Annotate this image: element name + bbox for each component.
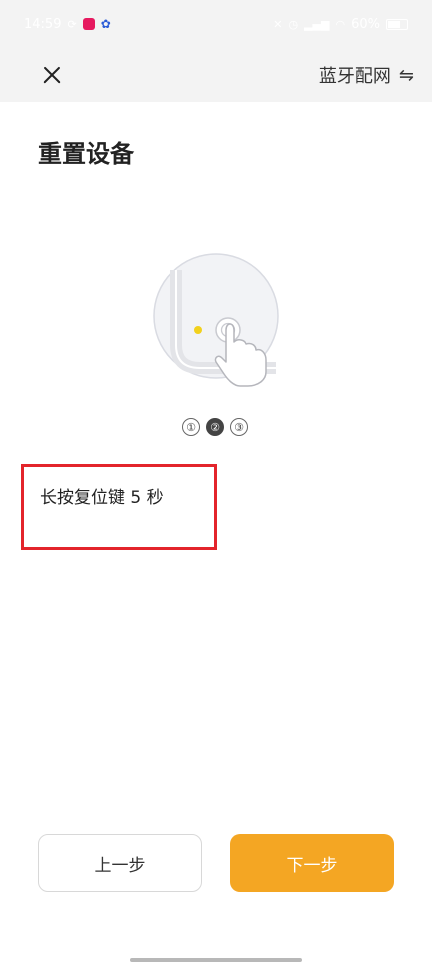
device-reset-graphic [153,253,279,387]
screen: 14:59 ⟳ ✿ ✕ ◷ ▂▄▆ ◠ 60% 蓝牙配网 ⇋ 重置设备 ① ② … [0,0,432,964]
step-2-active: ② [206,418,224,436]
paw-icon: ✿ [100,17,111,31]
step-1: ① [182,418,200,436]
reset-device-illustration [150,250,282,390]
step-indicator: ① ② ③ [182,418,248,436]
page-title: 重置设备 [38,140,134,168]
status-bar-left: 14:59 ⟳ ✿ [24,17,111,32]
alarm-icon: ◷ [288,17,299,31]
signal-icon: ▂▄▆ [304,17,330,31]
step-3: ③ [230,418,248,436]
home-indicator[interactable] [130,958,302,962]
battery-icon [386,18,408,30]
status-time: 14:59 [24,16,62,32]
next-step-button[interactable]: 下一步 [230,834,394,892]
mute-icon: ✕ [273,17,283,31]
previous-step-button[interactable]: 上一步 [38,834,202,892]
battery-percent: 60% [351,16,380,32]
swap-icon: ⇋ [398,64,414,86]
network-mode-switch[interactable]: 蓝牙配网 ⇋ [319,62,414,88]
sync-icon: ⟳ [67,17,77,31]
status-bar-right: ✕ ◷ ▂▄▆ ◠ 60% [273,17,408,32]
app-header: 蓝牙配网 ⇋ [0,48,432,102]
instruction-text: 长按复位键 5 秒 [40,488,164,508]
status-bar: 14:59 ⟳ ✿ ✕ ◷ ▂▄▆ ◠ 60% [0,0,432,48]
close-icon[interactable] [38,61,66,89]
app-notification-icon [82,18,95,30]
wifi-icon: ◠ [335,17,346,31]
mode-label: 蓝牙配网 [318,66,391,87]
